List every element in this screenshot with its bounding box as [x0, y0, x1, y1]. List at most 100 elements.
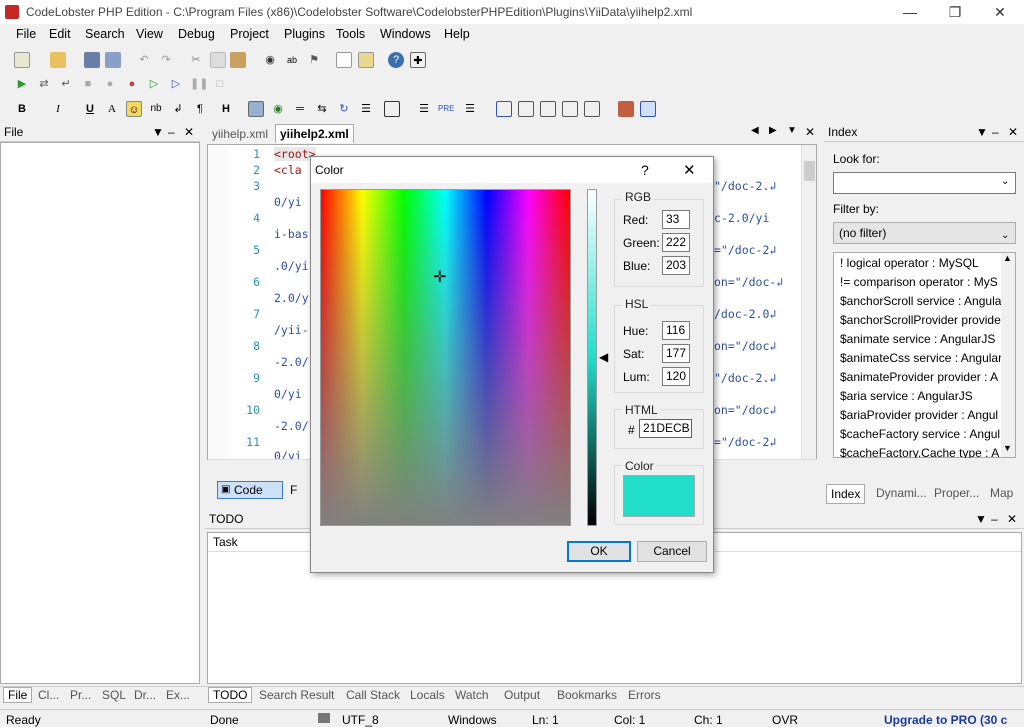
- image-icon[interactable]: [248, 101, 264, 117]
- find-in-files-icon[interactable]: ⚑: [306, 52, 322, 68]
- redo-icon[interactable]: ↷: [158, 52, 174, 68]
- notes-icon[interactable]: [358, 52, 374, 68]
- menu-view[interactable]: View: [136, 27, 163, 41]
- menu-help[interactable]: Help: [444, 27, 470, 41]
- tab-yiihelp2[interactable]: yiihelp2.xml: [275, 124, 354, 143]
- luminance-arrow-icon[interactable]: ◀: [599, 350, 608, 364]
- left-tab-drives[interactable]: Dr...: [134, 688, 156, 702]
- tab-search-result[interactable]: Search Result: [259, 688, 334, 702]
- filter-select[interactable]: (no filter) ⌄: [833, 222, 1016, 244]
- panel-menu-icon[interactable]: ▼: [152, 122, 164, 142]
- left-tab-class[interactable]: Cl...: [38, 688, 59, 702]
- heading-icon[interactable]: H: [218, 101, 234, 117]
- index-tab-map[interactable]: Map: [986, 484, 1017, 502]
- index-item[interactable]: != comparison operator : MyS: [840, 275, 1015, 289]
- upgrade-link[interactable]: Upgrade to PRO (30 c: [884, 713, 1024, 727]
- scroll-down-icon[interactable]: ▼: [1003, 443, 1012, 453]
- tab-prev-icon[interactable]: ◀: [751, 125, 759, 136]
- index-item[interactable]: $cacheFactory.Cache type : A: [840, 446, 1015, 458]
- close-window-icon[interactable]: ✕: [985, 3, 1015, 21]
- ok-button[interactable]: OK: [567, 541, 631, 562]
- form-icon[interactable]: [518, 101, 534, 117]
- underline-icon[interactable]: U: [82, 101, 98, 117]
- tab-locals[interactable]: Locals: [410, 688, 445, 702]
- halt-icon[interactable]: □: [212, 76, 228, 92]
- list-align-icon[interactable]: ☰: [416, 101, 432, 117]
- cancel-button[interactable]: Cancel: [637, 541, 707, 562]
- copy-icon[interactable]: [210, 52, 226, 68]
- step-icon[interactable]: ⇄: [36, 76, 52, 92]
- panel-menu-icon[interactable]: ▼: [976, 122, 988, 142]
- highlight-icon[interactable]: ☺: [126, 101, 142, 117]
- pre-icon[interactable]: PRE: [438, 101, 454, 117]
- fullscreen-icon[interactable]: ✚: [410, 52, 426, 68]
- menu-search[interactable]: Search: [85, 27, 125, 41]
- open-folder-icon[interactable]: [50, 52, 66, 68]
- lum-input[interactable]: 120: [662, 367, 690, 386]
- index-item[interactable]: $anchorScrollProvider provide: [840, 313, 1015, 327]
- refresh-icon[interactable]: ↻: [336, 101, 352, 117]
- scroll-up-icon[interactable]: ▲: [1003, 253, 1012, 263]
- menu-debug[interactable]: Debug: [178, 27, 215, 41]
- run-icon[interactable]: ▶: [14, 76, 30, 92]
- index-item[interactable]: $animateProvider provider : A: [840, 370, 1015, 384]
- save-all-icon[interactable]: [105, 52, 121, 68]
- link-icon[interactable]: ◉: [270, 101, 286, 117]
- tab-output[interactable]: Output: [504, 688, 540, 702]
- hue-input[interactable]: 116: [662, 321, 690, 340]
- media-icon[interactable]: [618, 101, 634, 117]
- record-icon[interactable]: ●: [102, 76, 118, 92]
- panel-close-icon[interactable]: ✕: [184, 122, 194, 142]
- index-item[interactable]: $animateCss service : Angular: [840, 351, 1015, 365]
- menu-edit[interactable]: Edit: [49, 27, 71, 41]
- editor-vscrollbar[interactable]: [801, 145, 816, 459]
- luminance-slider[interactable]: [587, 189, 597, 526]
- index-item[interactable]: ! logical operator : MySQL: [840, 256, 1015, 270]
- look-for-combobox[interactable]: ⌄: [833, 172, 1016, 194]
- green-input[interactable]: 222: [662, 233, 690, 252]
- panel-menu-icon[interactable]: ▼: [975, 509, 987, 529]
- file-tree[interactable]: [0, 142, 200, 684]
- tab-list-icon[interactable]: ▼: [787, 125, 797, 136]
- left-tab-sql[interactable]: SQL: [102, 688, 126, 702]
- tab-next-icon[interactable]: ▶: [769, 125, 777, 136]
- restore-icon[interactable]: ❐: [940, 3, 970, 21]
- font-icon[interactable]: A: [104, 101, 120, 117]
- minimize-icon[interactable]: —: [895, 3, 925, 21]
- new-file-icon[interactable]: [14, 52, 30, 68]
- tab-bookmarks[interactable]: Bookmarks: [557, 688, 617, 702]
- index-item[interactable]: $cacheFactory service : Angul: [840, 427, 1015, 441]
- panel-close-icon[interactable]: ✕: [1007, 509, 1017, 529]
- help-icon[interactable]: ?: [388, 52, 404, 68]
- list-icon[interactable]: ☰: [462, 101, 478, 117]
- pause-icon[interactable]: ❚❚: [190, 76, 208, 92]
- pin-icon[interactable]: –: [991, 509, 998, 529]
- pin-icon[interactable]: –: [168, 122, 175, 142]
- index-item[interactable]: $ariaProvider provider : Angul: [840, 408, 1015, 422]
- red-input[interactable]: 33: [662, 210, 690, 229]
- nobreak-icon[interactable]: nb: [148, 101, 164, 117]
- menu-plugins[interactable]: Plugins: [284, 27, 325, 41]
- panel-close-icon[interactable]: ✕: [1008, 122, 1018, 142]
- view-tab-design[interactable]: F: [290, 483, 297, 497]
- index-tab-dynamic[interactable]: Dynami...: [872, 484, 931, 502]
- sat-input[interactable]: 177: [662, 344, 690, 363]
- index-scrollbar[interactable]: ▲ ▼: [1001, 253, 1015, 457]
- hr-icon[interactable]: ═: [292, 101, 308, 117]
- save-icon[interactable]: [84, 52, 100, 68]
- find-icon[interactable]: ◉: [262, 52, 278, 68]
- color-spectrum[interactable]: ✛: [320, 189, 571, 526]
- menu-windows[interactable]: Windows: [380, 27, 431, 41]
- dialog-close-button[interactable]: ✕: [683, 161, 696, 179]
- frame-icon[interactable]: [640, 101, 656, 117]
- scroll-thumb[interactable]: [804, 161, 815, 181]
- crosshair-icon[interactable]: ✛: [433, 270, 446, 286]
- cut-icon[interactable]: ✂: [188, 52, 204, 68]
- tab-call-stack[interactable]: Call Stack: [346, 688, 400, 702]
- index-tab-properties[interactable]: Proper...: [930, 484, 983, 502]
- index-item[interactable]: $aria service : AngularJS: [840, 389, 1015, 403]
- stop-icon[interactable]: ■: [80, 76, 96, 92]
- html-hex-input[interactable]: 21DECB: [639, 419, 692, 438]
- tab-yiihelp[interactable]: yiihelp.xml: [208, 125, 272, 143]
- index-item[interactable]: $animate service : AngularJS: [840, 332, 1015, 346]
